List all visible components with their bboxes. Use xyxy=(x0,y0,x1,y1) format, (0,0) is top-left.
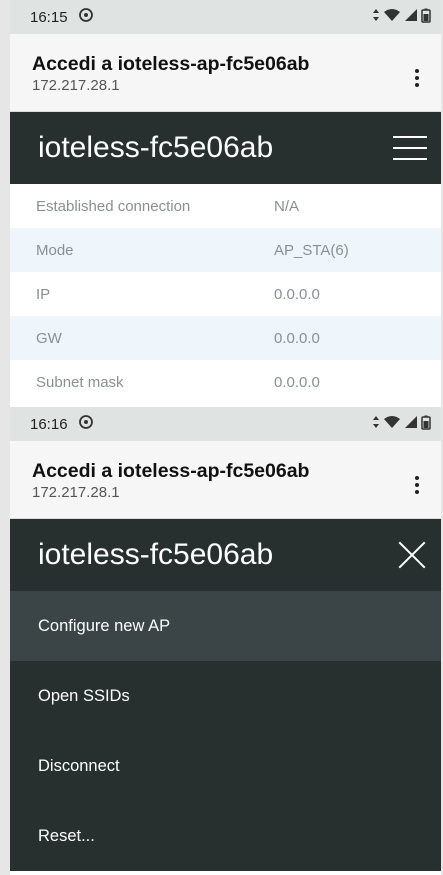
device-title: ioteless-fc5e06ab xyxy=(38,538,274,571)
menu-item-label: Reset... xyxy=(38,826,95,845)
status-time: 16:16 xyxy=(30,415,68,433)
hamburger-menu-icon[interactable] xyxy=(393,136,427,160)
app-header: ioteless-fc5e06ab xyxy=(10,519,441,591)
info-label: Mode xyxy=(36,241,74,259)
battery-icon xyxy=(421,8,431,27)
menu-item-disconnect[interactable]: Disconnect xyxy=(10,731,441,801)
page-title: Accedi a ioteless-ap-fc5e06ab xyxy=(32,53,310,75)
info-label: Established connection xyxy=(36,197,191,215)
table-row: IP 0.0.0.0 xyxy=(10,272,441,316)
info-value: 0.0.0.0 xyxy=(274,285,320,303)
table-row: Mode AP_STA(6) xyxy=(10,228,441,272)
status-bar: 16:16 xyxy=(10,407,441,441)
app-header: ioteless-fc5e06ab xyxy=(10,112,441,184)
nav-menu: Configure new AP Open SSIDs Disconnect R… xyxy=(10,591,441,871)
info-label: GW xyxy=(36,329,62,347)
battery-icon xyxy=(421,415,431,434)
wifi-icon xyxy=(383,415,401,433)
browser-url-bar: Accedi a ioteless-ap-fc5e06ab 172.217.28… xyxy=(10,441,441,519)
host-address: 172.217.28.1 xyxy=(32,484,120,501)
more-options-icon[interactable] xyxy=(407,64,427,92)
connection-info-table: Established connection N/A Mode AP_STA(6) IP… xyxy=(10,184,441,404)
status-time: 16:15 xyxy=(30,8,68,26)
wifi-icon xyxy=(383,8,401,26)
menu-item-open-ssids[interactable]: Open SSIDs xyxy=(10,661,441,731)
menu-item-configure-new-ap[interactable]: Configure new AP xyxy=(10,591,441,661)
info-label: IP xyxy=(36,285,51,303)
info-value: 0.0.0.0 xyxy=(274,329,320,347)
app-notification-icon xyxy=(78,7,94,27)
browser-url-bar: Accedi a ioteless-ap-fc5e06ab 172.217.28… xyxy=(10,34,441,112)
signal-icon xyxy=(404,415,418,433)
table-row: GW 0.0.0.0 xyxy=(10,316,441,360)
menu-item-label: Disconnect xyxy=(38,756,120,775)
host-address: 172.217.28.1 xyxy=(32,77,120,94)
table-row: Established connection N/A xyxy=(10,184,441,228)
close-icon[interactable] xyxy=(397,540,427,570)
info-value: AP_STA(6) xyxy=(274,241,349,259)
data-transfer-icon xyxy=(372,8,380,26)
status-bar: 16:15 xyxy=(10,0,441,34)
page-title: Accedi a ioteless-ap-fc5e06ab xyxy=(32,460,310,482)
signal-icon xyxy=(404,8,418,26)
info-value: N/A xyxy=(274,197,300,215)
menu-item-reset[interactable]: Reset... xyxy=(10,801,441,871)
screenshot-info-page: 16:15 Accedi a ioteless-ap-fc5e06ab 172.… xyxy=(0,0,443,407)
data-transfer-icon xyxy=(372,415,380,433)
info-value: 0.0.0.0 xyxy=(274,373,320,391)
device-title: ioteless-fc5e06ab xyxy=(38,131,274,164)
info-label: Subnet mask xyxy=(36,373,124,391)
app-notification-icon xyxy=(78,414,94,434)
screenshot-menu-open: 16:16 Accedi a ioteless-ap-fc5e06ab 172.… xyxy=(0,407,443,875)
more-options-icon[interactable] xyxy=(407,471,427,499)
menu-item-label: Configure new AP xyxy=(38,616,171,635)
table-row: Subnet mask 0.0.0.0 xyxy=(10,360,441,404)
menu-item-label: Open SSIDs xyxy=(38,686,130,705)
